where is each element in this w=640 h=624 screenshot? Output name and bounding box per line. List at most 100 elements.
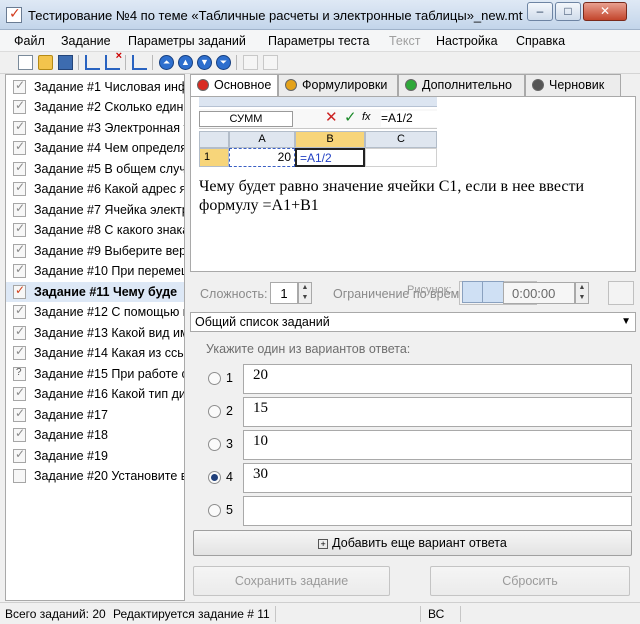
check-icon [13, 283, 26, 299]
task-item[interactable]: Задание #2 Сколько едини [6, 97, 184, 117]
task-item[interactable]: Задание #6 Какой адрес яч [6, 179, 184, 199]
task-list-select[interactable]: Общий список заданий ▼ [190, 312, 636, 332]
check-icon [13, 447, 26, 463]
answer-radio[interactable] [208, 372, 221, 385]
task-item[interactable]: Задание #4 Чем определяе [6, 138, 184, 158]
task-item[interactable]: Задание #3 Электронная т [6, 118, 184, 138]
picture-icon[interactable] [462, 281, 484, 303]
copy-task-icon[interactable] [132, 55, 147, 70]
task-item[interactable]: Задание #13 Какой вид им [6, 323, 184, 343]
status-editing: Редактируется задание # 11 [113, 607, 270, 621]
menu-help[interactable]: Справка [516, 34, 565, 48]
answer-option: 4 30 [206, 463, 632, 493]
answer-field[interactable]: 30 [243, 463, 632, 493]
tab-draft[interactable]: Черновик [525, 74, 621, 96]
menu-task[interactable]: Задание [61, 34, 111, 48]
toolbar: ⏶ ▲ ▼ ⏷ [0, 50, 640, 74]
tab-main[interactable]: Основное [190, 74, 278, 96]
menu-test-params[interactable]: Параметры теста [268, 34, 369, 48]
task-item[interactable]: Задание #19 [6, 446, 184, 466]
question-editor[interactable]: СУММ ✕ ✓ fx =A1/2 A B C 1 20 =A1/2 Чему … [190, 96, 636, 272]
orange-dot-icon [285, 79, 297, 91]
move-first-icon[interactable]: ⏶ [159, 55, 174, 70]
add-answer-button[interactable]: + Добавить еще вариант ответа [193, 530, 632, 556]
move-up-icon[interactable]: ▲ [178, 55, 193, 70]
check-icon [13, 119, 26, 135]
answer-field[interactable]: 10 [243, 430, 632, 460]
task-item[interactable]: Задание #14 Какая из ссыл [6, 343, 184, 363]
task-item[interactable]: Задание #17 [6, 405, 184, 425]
tab-additional[interactable]: Дополнительно [398, 74, 525, 96]
menu-settings[interactable]: Настройка [436, 34, 498, 48]
check-icon [13, 180, 26, 196]
green-dot-icon [405, 79, 417, 91]
title-bar: Тестирование №4 по теме «Табличные расче… [0, 0, 640, 30]
pictures-label: Рисунок: [407, 284, 452, 296]
task-item[interactable]: Задание #12 С помощью к [6, 302, 184, 322]
answer-option: 1 20 [206, 364, 632, 394]
paste-icon[interactable] [263, 55, 278, 70]
task-item[interactable]: Задание #5 В общем случа [6, 159, 184, 179]
question-doc-icon [13, 367, 26, 381]
time-stepper[interactable]: ▲ ▼ [575, 282, 589, 304]
task-item[interactable]: Задание #16 Какой тип ди [6, 384, 184, 404]
task-item[interactable]: Задание #18 [6, 425, 184, 445]
maximize-button[interactable]: □ [555, 2, 581, 21]
cell-c1 [365, 148, 437, 167]
extra-box [608, 281, 634, 305]
answer-radio-selected[interactable] [208, 471, 221, 484]
open-folder-icon[interactable] [38, 55, 53, 70]
spreadsheet-ribbon [199, 97, 437, 107]
task-item[interactable]: Задание #8 С какого знака [6, 220, 184, 240]
close-button[interactable]: ✕ [583, 2, 627, 21]
answer-field[interactable]: 15 [243, 397, 632, 427]
answer-field[interactable] [243, 496, 632, 526]
window-title: Тестирование №4 по теме «Табличные расче… [28, 8, 523, 23]
delete-task-icon[interactable] [105, 50, 122, 70]
answer-option: 2 15 [206, 397, 632, 427]
time-limit-field[interactable]: 0:00:00 [503, 282, 575, 304]
add-task-icon[interactable] [85, 55, 100, 70]
difficulty-field[interactable]: 1 [270, 282, 298, 304]
move-last-icon[interactable]: ⏷ [216, 55, 231, 70]
check-icon [13, 385, 26, 401]
new-document-icon[interactable] [18, 55, 33, 70]
task-item-selected[interactable]: Задание #11 Чему буде [6, 282, 184, 302]
save-task-button[interactable]: Сохранить задание [193, 566, 390, 596]
task-item[interactable]: Задание #20 Установите в [6, 466, 184, 486]
check-icon [13, 344, 26, 360]
plus-icon: + [318, 539, 329, 549]
task-item[interactable]: Задание #10 При перемещ [6, 261, 184, 281]
task-item[interactable]: Задание #7 Ячейка электр [6, 200, 184, 220]
column-header-c: C [365, 131, 437, 148]
answer-field[interactable]: 20 [243, 364, 632, 394]
menu-task-params[interactable]: Параметры заданий [128, 34, 246, 48]
task-item[interactable]: Задание #1 Числовая инфо [6, 77, 184, 97]
menu-bar: Файл Задание Параметры заданий Параметры… [0, 30, 640, 52]
check-icon [13, 221, 26, 237]
cancel-icon: ✕ [325, 109, 338, 126]
check-icon [13, 324, 26, 340]
save-icon[interactable] [58, 55, 73, 70]
check-icon [13, 303, 26, 319]
copy-icon[interactable] [243, 55, 258, 70]
task-item[interactable]: Задание #15 При работе с [6, 364, 184, 384]
answer-radio[interactable] [208, 504, 221, 517]
reset-button[interactable]: Сбросить [430, 566, 630, 596]
check-icon [13, 262, 26, 278]
answer-radio[interactable] [208, 438, 221, 451]
menu-file[interactable]: Файл [14, 34, 45, 48]
tab-formulations[interactable]: Формулировки [278, 74, 398, 96]
cell-b1: =A1/2 [295, 148, 365, 167]
status-mode: ВС [428, 607, 445, 621]
minimize-button[interactable]: – [527, 2, 553, 21]
answer-radio[interactable] [208, 405, 221, 418]
blank-picture-icon[interactable] [482, 281, 504, 303]
check-icon [13, 98, 26, 114]
check-icon [13, 201, 26, 217]
menu-text[interactable]: Текст [389, 34, 420, 48]
difficulty-stepper[interactable]: ▲ ▼ [298, 282, 312, 304]
cell-a1: 20 [229, 148, 295, 167]
task-item[interactable]: Задание #9 Выберите верн [6, 241, 184, 261]
move-down-icon[interactable]: ▼ [197, 55, 212, 70]
